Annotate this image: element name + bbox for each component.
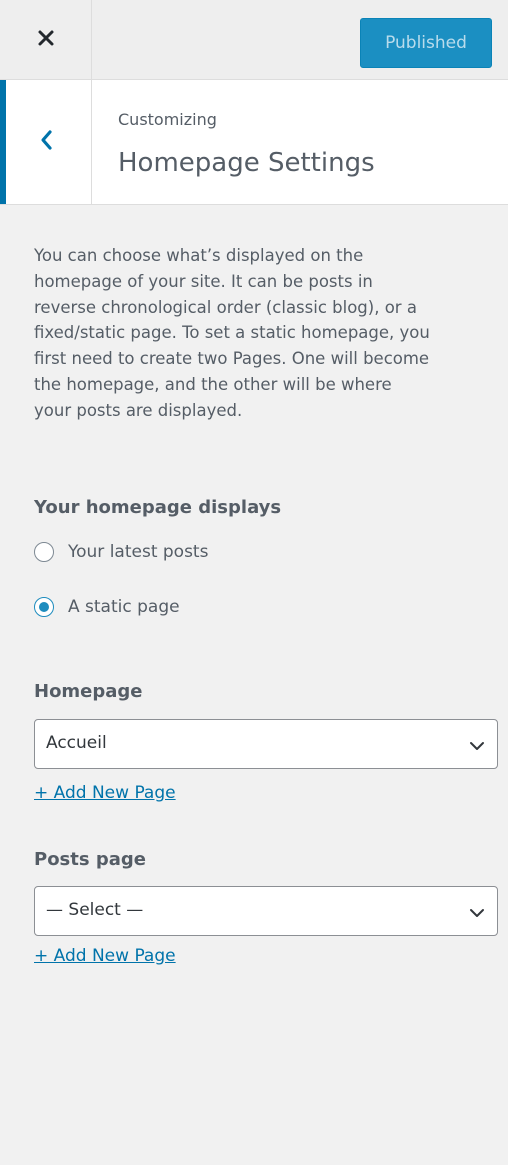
description-line: reverse chronological order (classic blo…: [34, 297, 417, 317]
chevron-left-icon: [39, 129, 53, 155]
close-icon: [37, 29, 55, 51]
homepage-select[interactable]: Accueil: [34, 719, 498, 769]
homepage-select-title: Homepage: [34, 681, 143, 702]
select-value: Accueil: [46, 733, 107, 753]
chevron-down-icon: [469, 737, 485, 756]
homepage-displays-title: Your homepage displays: [34, 497, 282, 518]
chevron-down-icon: [469, 904, 485, 923]
header-subtitle: Customizing: [118, 110, 217, 129]
page-title: Homepage Settings: [118, 148, 375, 178]
close-button[interactable]: [0, 0, 92, 80]
description-line: You can choose what’s displayed on the: [34, 246, 364, 265]
customizer-topbar: Published: [0, 0, 508, 80]
add-new-page-link[interactable]: + Add New Page: [34, 783, 176, 803]
description-line: the homepage, and the other will be wher…: [34, 374, 392, 394]
posts-page-select-title: Posts page: [34, 849, 146, 870]
description-line: first need to create two Pages. One will…: [34, 349, 430, 369]
description-line: homepage of your site. It can be posts i…: [34, 271, 373, 291]
radio-label: Your latest posts: [68, 542, 209, 562]
section-header: Customizing Homepage Settings: [0, 80, 508, 205]
radio-button[interactable]: [34, 597, 54, 617]
radio-static-page[interactable]: A static page: [34, 597, 180, 617]
posts-page-select[interactable]: — Select —: [34, 886, 498, 936]
radio-dot: [39, 602, 49, 612]
description-line: fixed/static page. To set a static homep…: [34, 323, 430, 343]
select-value: — Select —: [46, 900, 144, 920]
back-button[interactable]: [0, 80, 92, 204]
active-accent-bar: [0, 80, 6, 204]
radio-button[interactable]: [34, 542, 54, 562]
publish-button[interactable]: Published: [360, 18, 492, 68]
radio-latest-posts[interactable]: Your latest posts: [34, 542, 208, 562]
description-line: your posts are displayed.: [34, 400, 243, 420]
section-description: You can choose what’s displayed on the h…: [34, 243, 498, 424]
add-new-page-link[interactable]: + Add New Page: [34, 946, 176, 966]
radio-dot: [39, 547, 49, 557]
radio-label: A static page: [68, 597, 180, 617]
